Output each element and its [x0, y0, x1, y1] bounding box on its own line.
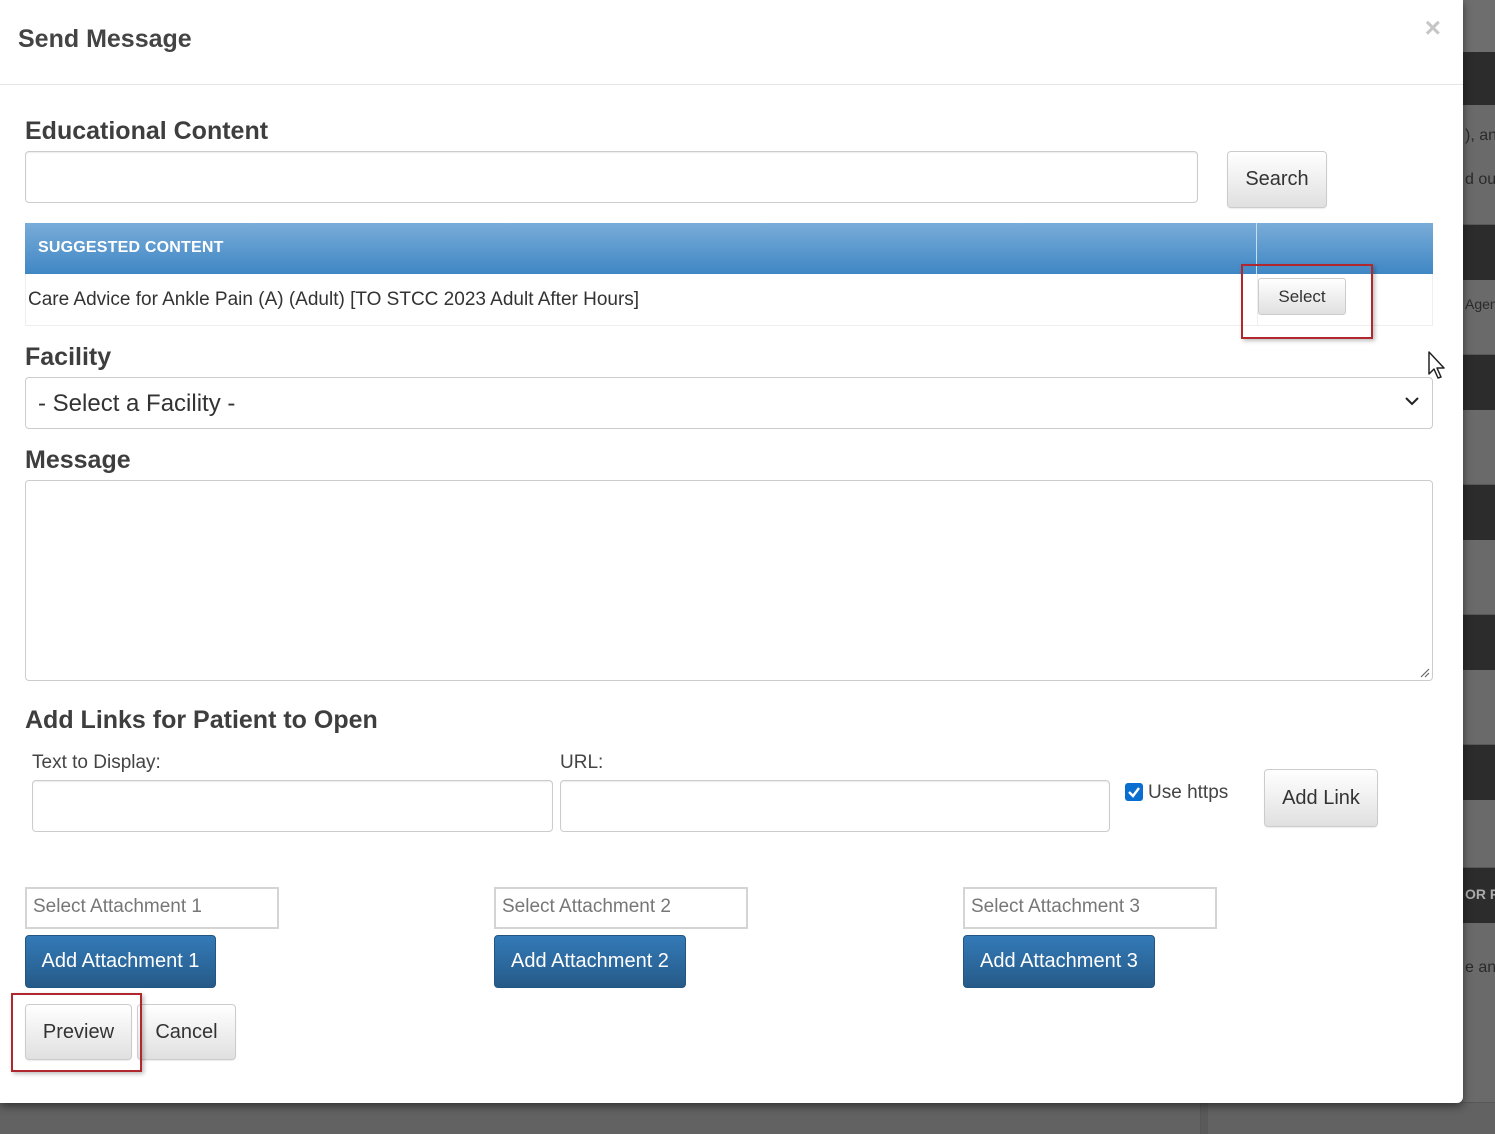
background-text: OR PA — [1465, 886, 1495, 902]
use-https-checkbox[interactable] — [1125, 783, 1143, 801]
background-text: d out — [1465, 171, 1495, 188]
add-attachment-3-button[interactable]: Add Attachment 3 — [963, 935, 1155, 988]
url-input[interactable] — [560, 780, 1110, 832]
resize-grip-icon[interactable] — [1418, 666, 1430, 678]
send-message-modal: Send Message × Educational Content Searc… — [0, 0, 1463, 1103]
search-button[interactable]: Search — [1227, 151, 1327, 208]
content-title: Care Advice for Ankle Pain (A) (Adult) [… — [28, 289, 640, 310]
add-links-label: Add Links for Patient to Open — [25, 706, 378, 734]
select-content-button[interactable]: Select — [1258, 278, 1346, 315]
checkmark-icon — [1128, 787, 1140, 798]
educational-content-search-input[interactable] — [25, 151, 1198, 203]
add-attachment-1-button[interactable]: Add Attachment 1 — [25, 935, 216, 988]
background-text: ), an — [1465, 127, 1495, 144]
facility-label: Facility — [25, 343, 112, 371]
preview-button[interactable]: Preview — [25, 1004, 132, 1060]
facility-select[interactable]: - Select a Facility - — [25, 377, 1433, 429]
message-label: Message — [25, 446, 131, 474]
attachment-field-1[interactable]: Select Attachment 1 — [25, 887, 279, 929]
suggested-content-header: SUGGESTED CONTENT — [25, 223, 1433, 274]
modal-title: Send Message — [18, 25, 192, 53]
add-link-button[interactable]: Add Link — [1264, 769, 1378, 827]
suggested-content-header-label: SUGGESTED CONTENT — [38, 239, 224, 256]
background-text: Agen — [1465, 296, 1495, 312]
cancel-button[interactable]: Cancel — [137, 1004, 236, 1060]
mouse-cursor-icon — [1428, 351, 1445, 379]
text-to-display-input[interactable] — [32, 780, 553, 832]
text-to-display-label: Text to Display: — [32, 752, 161, 773]
attachment-field-3[interactable]: Select Attachment 3 — [963, 887, 1217, 929]
use-https-label: Use https — [1148, 782, 1229, 803]
educational-content-label: Educational Content — [25, 117, 269, 145]
modal-header: Send Message × — [0, 0, 1463, 85]
attachment-field-2[interactable]: Select Attachment 2 — [494, 887, 748, 929]
close-icon[interactable]: × — [1425, 14, 1441, 42]
add-attachment-2-button[interactable]: Add Attachment 2 — [494, 935, 686, 988]
table-row: Care Advice for Ankle Pain (A) (Adult) [… — [25, 274, 1433, 326]
url-label: URL: — [560, 752, 604, 773]
chevron-down-icon — [1405, 397, 1419, 406]
background-text: e an — [1465, 959, 1495, 976]
message-textarea[interactable] — [25, 480, 1433, 681]
facility-selected-value: - Select a Facility - — [38, 390, 236, 417]
